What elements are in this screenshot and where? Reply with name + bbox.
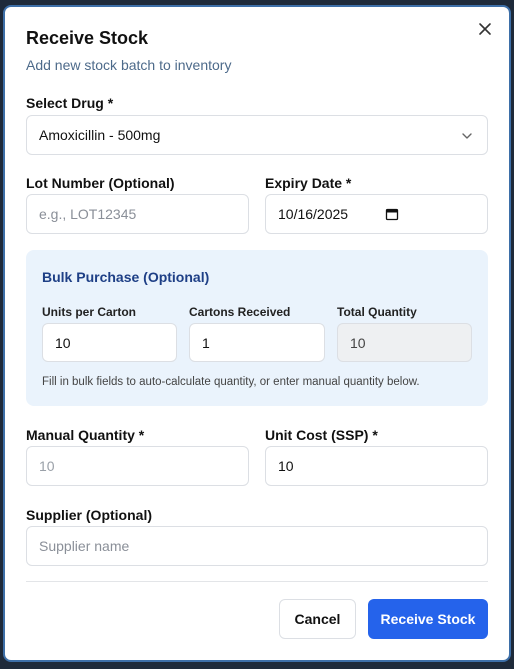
cancel-button[interactable]: Cancel (279, 599, 356, 639)
lot-number-label: Lot Number (Optional) (26, 175, 175, 191)
manual-quantity-value: 10 (39, 458, 55, 474)
units-per-carton-input[interactable]: 10 (42, 323, 177, 362)
bulk-hint-text: Fill in bulk fields to auto-calculate qu… (42, 376, 420, 388)
dialog-title: Receive Stock (26, 28, 149, 48)
supplier-placeholder: Supplier name (39, 538, 130, 554)
lot-number-input[interactable]: e.g., LOT12345 (26, 194, 249, 234)
supplier-label: Supplier (Optional) (26, 507, 152, 523)
expiry-date-value: 10/16/2025 (278, 206, 349, 222)
cartons-received-label: Cartons Received (189, 305, 291, 319)
total-quantity-value: 10 (350, 334, 366, 351)
expiry-date-label: Expiry Date * (265, 175, 352, 191)
chevron-down-icon (461, 129, 473, 141)
drug-select[interactable]: Amoxicillin - 500mg (26, 115, 488, 155)
lot-number-placeholder: e.g., LOT12345 (39, 206, 137, 222)
unit-cost-label: Unit Cost (SSP) * (265, 427, 378, 443)
calendar-icon[interactable] (385, 207, 399, 221)
bulk-purchase-panel: Bulk Purchase (Optional) Units per Carto… (26, 250, 488, 406)
supplier-input[interactable]: Supplier name (26, 526, 488, 566)
drug-label: Select Drug * (26, 95, 114, 111)
total-quantity-field: 10 (337, 323, 472, 362)
unit-cost-input[interactable]: 10 (265, 446, 488, 486)
receive-stock-dialog: Receive Stock Add new stock batch to inv… (3, 5, 511, 662)
unit-cost-value: 10 (278, 458, 294, 474)
drug-select-value: Amoxicillin - 500mg (39, 127, 161, 143)
total-quantity-label: Total Quantity (337, 305, 417, 319)
footer-divider (26, 581, 488, 582)
units-per-carton-value: 10 (55, 334, 71, 351)
manual-quantity-input[interactable]: 10 (26, 446, 249, 486)
cartons-received-input[interactable]: 1 (189, 323, 325, 362)
units-per-carton-label: Units per Carton (42, 305, 137, 319)
expiry-date-input[interactable]: 10/16/2025 (265, 194, 488, 234)
dialog-subtitle: Add new stock batch to inventory (26, 57, 232, 73)
manual-quantity-label: Manual Quantity * (26, 427, 145, 443)
receive-stock-button[interactable]: Receive Stock (368, 599, 488, 639)
bulk-purchase-title: Bulk Purchase (Optional) (42, 269, 210, 285)
close-icon[interactable] (477, 21, 493, 37)
cartons-received-value: 1 (202, 334, 210, 351)
